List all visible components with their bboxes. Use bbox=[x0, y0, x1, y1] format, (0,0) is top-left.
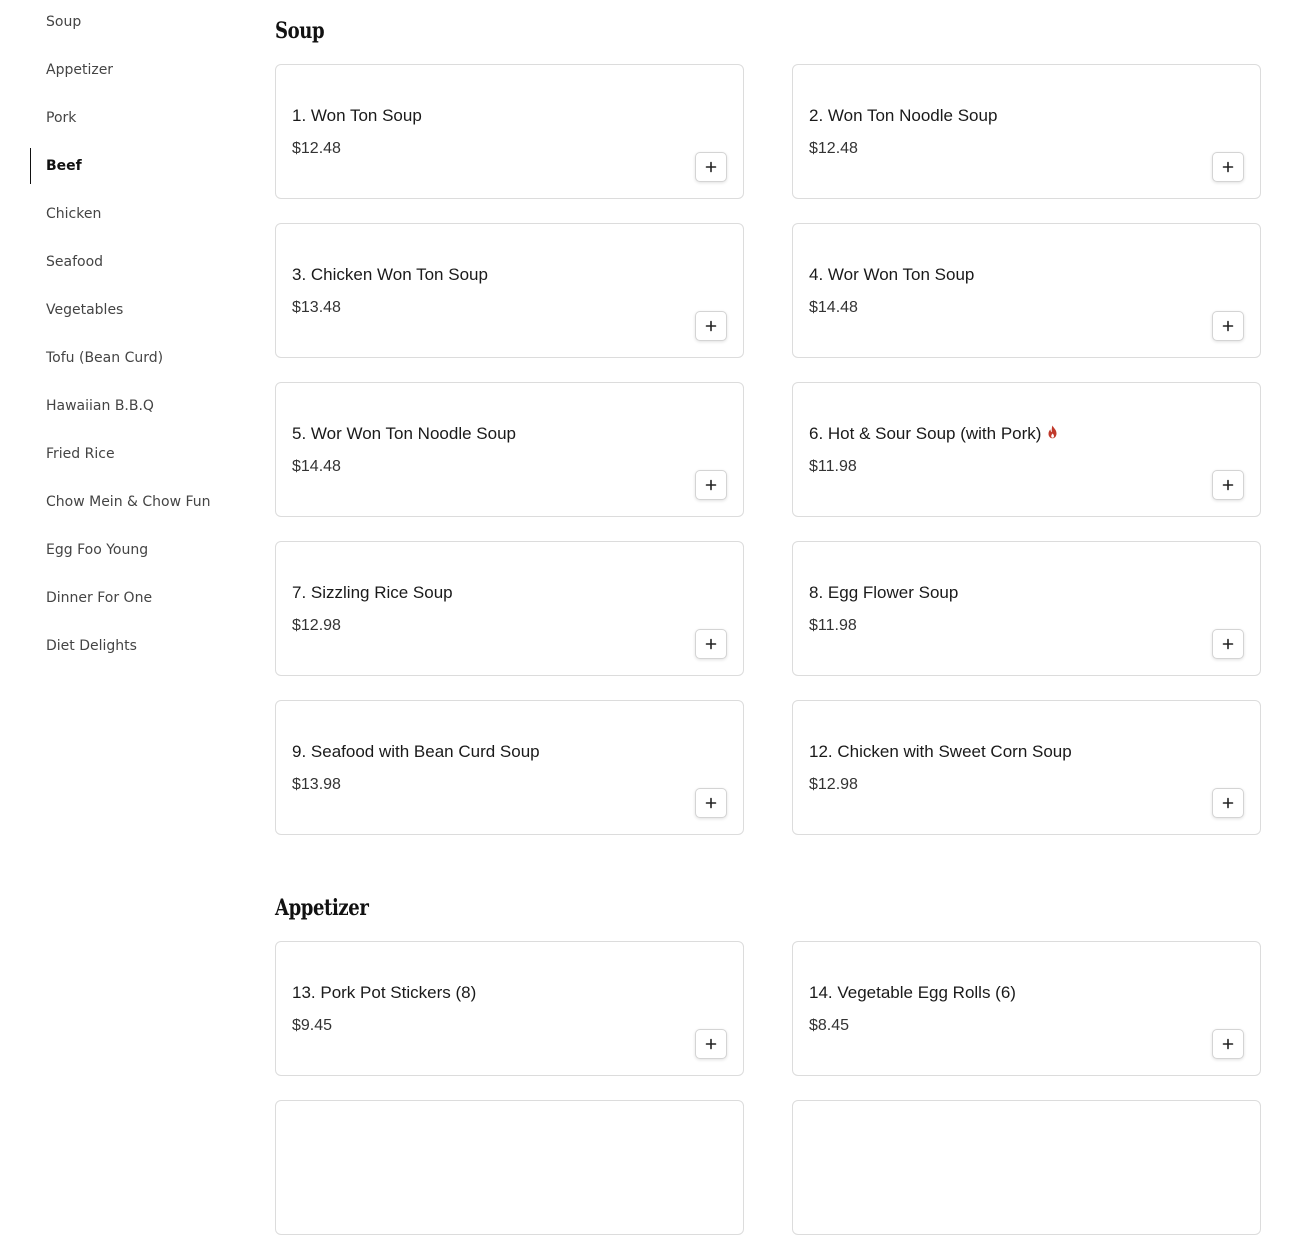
sidebar-item-chow-mein[interactable]: Chow Mein & Chow Fun bbox=[30, 484, 240, 520]
menu-section-appetizer: Appetizer 13. Pork Pot Stickers (8) $9.4… bbox=[275, 891, 1261, 1235]
plus-icon bbox=[705, 479, 717, 491]
plus-icon bbox=[1222, 638, 1234, 650]
sidebar-item-dinner-for-one[interactable]: Dinner For One bbox=[30, 580, 240, 616]
sidebar-item-diet-delights[interactable]: Diet Delights bbox=[30, 628, 240, 664]
add-to-cart-button[interactable] bbox=[1212, 152, 1244, 182]
sidebar-item-pork[interactable]: Pork bbox=[30, 100, 240, 136]
sidebar-item-seafood[interactable]: Seafood bbox=[30, 244, 240, 280]
sidebar-item-chicken[interactable]: Chicken bbox=[30, 196, 240, 232]
add-to-cart-button[interactable] bbox=[1212, 788, 1244, 818]
section-title: Appetizer bbox=[275, 895, 369, 921]
plus-icon bbox=[705, 161, 717, 173]
plus-icon bbox=[705, 1038, 717, 1050]
menu-item-price: $11.98 bbox=[809, 458, 857, 475]
category-sidebar: Soup Appetizer Pork Beef Chicken Seafood… bbox=[30, 0, 240, 676]
menu-item-price: $8.45 bbox=[809, 1017, 850, 1034]
menu-item-card[interactable] bbox=[275, 1100, 744, 1235]
menu-item-name: 1. Won Ton Soup bbox=[292, 106, 422, 125]
menu-grid: 13. Pork Pot Stickers (8) $9.45 14. Vege… bbox=[275, 941, 1261, 1235]
sidebar-item-appetizer[interactable]: Appetizer bbox=[30, 52, 240, 88]
sidebar-item-soup[interactable]: Soup bbox=[30, 4, 240, 40]
sidebar-item-fried-rice[interactable]: Fried Rice bbox=[30, 436, 240, 472]
menu-item-price: $14.48 bbox=[292, 458, 341, 475]
menu-item-card[interactable]: 14. Vegetable Egg Rolls (6) $8.45 bbox=[792, 941, 1261, 1076]
add-to-cart-button[interactable] bbox=[695, 788, 727, 818]
sidebar-item-tofu[interactable]: Tofu (Bean Curd) bbox=[30, 340, 240, 376]
add-to-cart-button[interactable] bbox=[695, 152, 727, 182]
sidebar-item-beef[interactable]: Beef bbox=[30, 148, 240, 184]
menu-item-card[interactable]: 12. Chicken with Sweet Corn Soup $12.98 bbox=[792, 700, 1261, 835]
menu-item-price: $11.98 bbox=[809, 617, 857, 634]
menu-item-name: 13. Pork Pot Stickers (8) bbox=[292, 983, 477, 1002]
menu-item-price: $12.48 bbox=[292, 140, 341, 157]
plus-icon bbox=[705, 638, 717, 650]
sidebar-item-egg-foo-young[interactable]: Egg Foo Young bbox=[30, 532, 240, 568]
menu-item-card[interactable]: 5. Wor Won Ton Noodle Soup $14.48 bbox=[275, 382, 744, 517]
add-to-cart-button[interactable] bbox=[1212, 311, 1244, 341]
add-to-cart-button[interactable] bbox=[1212, 629, 1244, 659]
menu-item-card[interactable]: 6. Hot & Sour Soup (with Pork) $11.98 bbox=[792, 382, 1261, 517]
menu-content: Soup 1. Won Ton Soup $12.48 2. Won Ton N… bbox=[275, 0, 1261, 1235]
add-to-cart-button[interactable] bbox=[695, 629, 727, 659]
sidebar-item-vegetables[interactable]: Vegetables bbox=[30, 292, 240, 328]
add-to-cart-button[interactable] bbox=[695, 1029, 727, 1059]
sidebar-item-hawaiian-bbq[interactable]: Hawaiian B.B.Q bbox=[30, 388, 240, 424]
add-to-cart-button[interactable] bbox=[1212, 470, 1244, 500]
plus-icon bbox=[1222, 1038, 1234, 1050]
menu-item-price: $13.48 bbox=[292, 299, 341, 316]
add-to-cart-button[interactable] bbox=[695, 311, 727, 341]
plus-icon bbox=[1222, 320, 1234, 332]
plus-icon bbox=[1222, 479, 1234, 491]
menu-section-soup: Soup 1. Won Ton Soup $12.48 2. Won Ton N… bbox=[275, 14, 1261, 835]
menu-item-name: 7. Sizzling Rice Soup bbox=[292, 583, 453, 602]
plus-icon bbox=[705, 797, 717, 809]
menu-item-price: $12.98 bbox=[809, 776, 858, 793]
menu-item-name: 2. Won Ton Noodle Soup bbox=[809, 106, 998, 125]
flame-icon bbox=[1048, 425, 1057, 439]
menu-item-name: 14. Vegetable Egg Rolls (6) bbox=[809, 983, 1016, 1002]
menu-item-card[interactable]: 3. Chicken Won Ton Soup $13.48 bbox=[275, 223, 744, 358]
plus-icon bbox=[1222, 797, 1234, 809]
add-to-cart-button[interactable] bbox=[1212, 1029, 1244, 1059]
menu-item-name: 4. Wor Won Ton Soup bbox=[809, 265, 975, 284]
menu-item-price: $14.48 bbox=[809, 299, 858, 316]
menu-item-card[interactable]: 13. Pork Pot Stickers (8) $9.45 bbox=[275, 941, 744, 1076]
menu-item-name: 9. Seafood with Bean Curd Soup bbox=[292, 742, 540, 761]
menu-item-card[interactable]: 8. Egg Flower Soup $11.98 bbox=[792, 541, 1261, 676]
menu-item-name: 5. Wor Won Ton Noodle Soup bbox=[292, 424, 516, 443]
menu-item-card[interactable]: 4. Wor Won Ton Soup $14.48 bbox=[792, 223, 1261, 358]
menu-item-name: 6. Hot & Sour Soup (with Pork) bbox=[809, 424, 1058, 444]
menu-item-name: 12. Chicken with Sweet Corn Soup bbox=[809, 742, 1072, 761]
plus-icon bbox=[705, 320, 717, 332]
menu-item-card[interactable]: 2. Won Ton Noodle Soup $12.48 bbox=[792, 64, 1261, 199]
menu-item-card[interactable]: 7. Sizzling Rice Soup $12.98 bbox=[275, 541, 744, 676]
menu-item-price: $12.48 bbox=[809, 140, 858, 157]
menu-item-name: 3. Chicken Won Ton Soup bbox=[292, 265, 488, 284]
section-title: Soup bbox=[275, 18, 325, 44]
menu-grid: 1. Won Ton Soup $12.48 2. Won Ton Noodle… bbox=[275, 64, 1261, 835]
menu-item-price: $13.98 bbox=[292, 776, 341, 793]
add-to-cart-button[interactable] bbox=[695, 470, 727, 500]
menu-item-price: $9.45 bbox=[292, 1017, 333, 1034]
menu-item-price: $12.98 bbox=[292, 617, 341, 634]
menu-item-card[interactable] bbox=[792, 1100, 1261, 1235]
plus-icon bbox=[1222, 161, 1234, 173]
menu-item-card[interactable]: 1. Won Ton Soup $12.48 bbox=[275, 64, 744, 199]
menu-item-card[interactable]: 9. Seafood with Bean Curd Soup $13.98 bbox=[275, 700, 744, 835]
menu-item-name: 8. Egg Flower Soup bbox=[809, 583, 959, 602]
